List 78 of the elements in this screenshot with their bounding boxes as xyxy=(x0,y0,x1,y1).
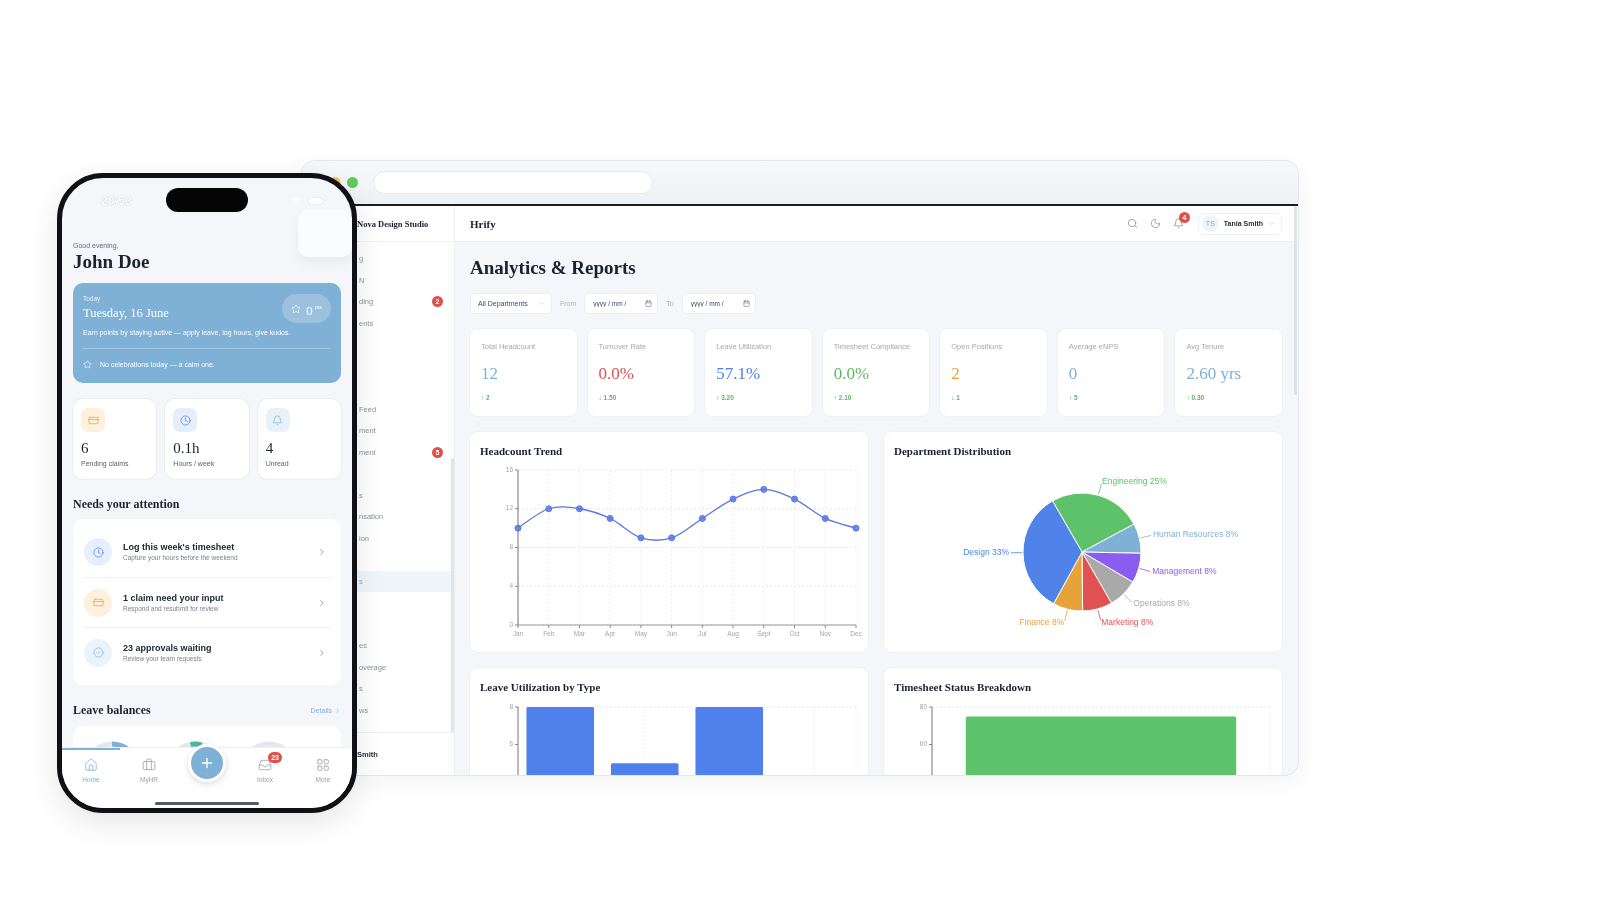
chevron-down-icon xyxy=(538,300,545,307)
data-point xyxy=(729,495,737,503)
today-date: Tuesday, 16 June xyxy=(83,306,169,321)
chevron-right-icon xyxy=(334,707,341,714)
leader-line xyxy=(1098,483,1102,495)
inbox-icon xyxy=(258,758,272,772)
slice-label: Engineering 25% xyxy=(1102,476,1167,487)
section-title: Leave balances xyxy=(73,703,151,717)
briefcase-icon xyxy=(142,758,156,772)
slice-label: Management 8% xyxy=(1152,566,1217,577)
slice-label: Human Resources 8% xyxy=(1153,529,1239,540)
moon-icon[interactable] xyxy=(1149,218,1161,229)
attention-title: 23 approvals waiting xyxy=(123,642,212,654)
leader-line xyxy=(1139,535,1152,539)
grid-icon xyxy=(316,758,330,772)
data-point xyxy=(575,505,583,513)
home-icon xyxy=(84,758,98,772)
chart-title: Headcount Trend xyxy=(480,444,563,458)
clock-icon xyxy=(173,408,198,432)
kpi-value: 0.0% xyxy=(833,365,870,383)
card-icon xyxy=(84,588,112,617)
stat-value: 0.1h xyxy=(173,441,200,456)
bell-icon[interactable] xyxy=(1172,218,1184,229)
page-title: Analytics & Reports xyxy=(470,258,637,278)
card-icon xyxy=(81,408,105,432)
bell-icon xyxy=(265,408,290,432)
attention-title: Log this week's timesheet xyxy=(123,542,235,553)
check-circle-icon xyxy=(84,638,112,667)
company-name: Nova Design Studio xyxy=(357,218,429,229)
kpi-value: 57.1% xyxy=(716,365,761,383)
kpi-value: 0 xyxy=(1068,365,1078,383)
plus-icon xyxy=(199,755,215,771)
star-icon xyxy=(291,303,302,314)
stat-value: 6 xyxy=(81,441,89,456)
chevron-right-icon xyxy=(317,647,327,658)
chart-title: Department Distribution xyxy=(894,444,1012,458)
address-bar[interactable] xyxy=(372,171,653,194)
leader-line xyxy=(1064,609,1068,622)
calendar-icon[interactable] xyxy=(645,300,653,307)
data-point xyxy=(760,485,768,493)
chart-title: Leave Utilization by Type xyxy=(480,680,601,694)
app-title: Hrify xyxy=(470,217,496,230)
window-maximize-icon[interactable] xyxy=(346,177,358,188)
slice-label: Operations 8% xyxy=(1133,598,1190,609)
points-badge[interactable]: 0$^{pts}$ xyxy=(282,294,331,323)
clock-icon xyxy=(84,538,112,566)
data-point xyxy=(514,524,522,532)
chevron-right-icon xyxy=(317,547,327,557)
star-icon xyxy=(83,360,92,369)
kpi-value: 2.60 yrs xyxy=(1186,365,1242,383)
kpi-value: 0.0% xyxy=(598,365,634,383)
search-icon[interactable] xyxy=(1126,218,1138,229)
slice-label: Marketing 8% xyxy=(1101,616,1154,627)
chevron-right-icon xyxy=(317,597,327,608)
kpi-value: 12 xyxy=(481,365,498,383)
data-point xyxy=(637,534,645,542)
leader-line xyxy=(1010,552,1023,554)
leader-line xyxy=(1123,594,1133,603)
add-button[interactable] xyxy=(188,744,226,782)
chevron-down-icon xyxy=(1268,220,1275,227)
calendar-icon[interactable] xyxy=(742,300,750,307)
user-name: John Doe xyxy=(73,251,150,273)
data-point xyxy=(668,534,676,542)
data-point xyxy=(606,514,614,522)
data-point xyxy=(545,505,553,513)
chart-title: Timesheet Status Breakdown xyxy=(894,680,1032,694)
leader-line xyxy=(1097,609,1102,621)
leader-line xyxy=(1139,568,1151,572)
slice-label: Finance 8% xyxy=(1019,617,1065,628)
kpi-value: 2 xyxy=(951,365,960,383)
data-point xyxy=(852,524,860,532)
attention-title: 1 claim need your input xyxy=(123,592,224,604)
section-title: Needs your attention xyxy=(73,497,181,511)
stat-value: 4 xyxy=(265,441,274,456)
slice-label: Design 33% xyxy=(963,547,1009,558)
data-point xyxy=(821,514,829,522)
data-point xyxy=(698,514,706,522)
data-point xyxy=(791,495,799,503)
